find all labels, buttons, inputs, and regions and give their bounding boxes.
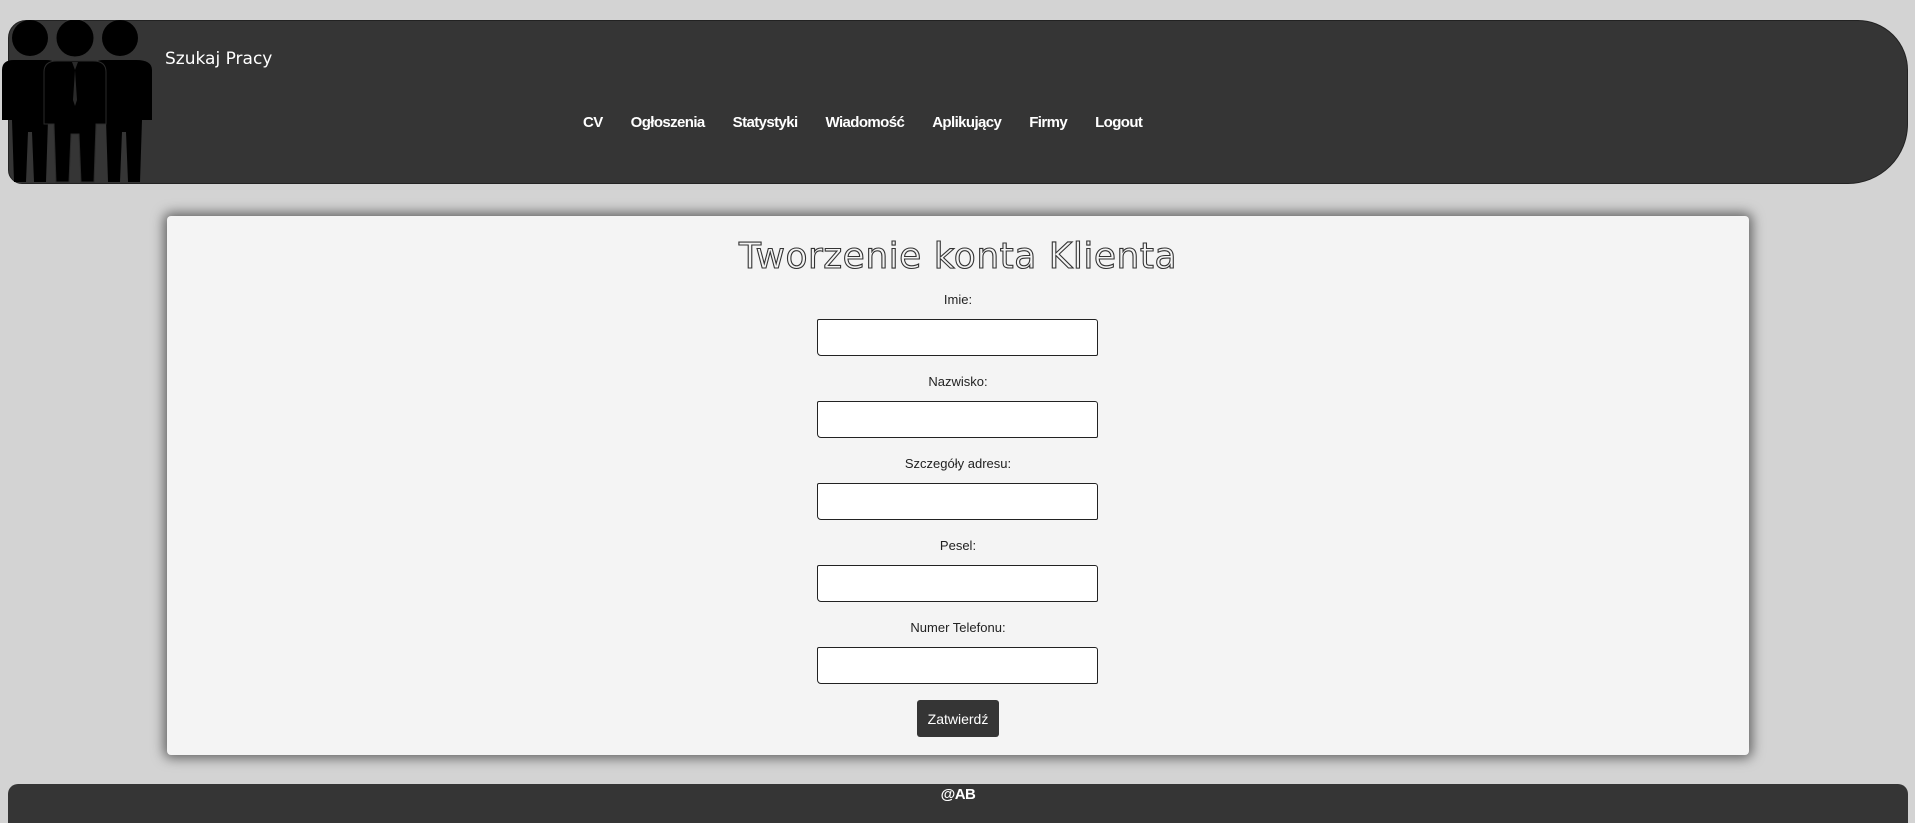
address-label: Szczegóły adresu: — [904, 456, 1012, 471]
nav-item-cv[interactable]: CV — [569, 114, 617, 131]
submit-button[interactable]: Zatwierdź — [917, 700, 999, 737]
brand-title[interactable]: Szukaj Pracy — [165, 49, 272, 69]
nav-item-logout[interactable]: Logout — [1081, 114, 1156, 131]
main-nav: CV Ogłoszenia Statystyki Wiadomość Aplik… — [569, 114, 1156, 131]
first-name-label: Imie: — [943, 292, 973, 307]
form-card: Tworzenie konta Klienta Imie: Nazwisko: … — [167, 216, 1749, 755]
footer-bar: @AB — [8, 784, 1908, 823]
address-input[interactable] — [817, 483, 1098, 520]
pesel-label: Pesel: — [939, 538, 977, 553]
first-name-input[interactable] — [817, 319, 1098, 356]
nav-item-firmy[interactable]: Firmy — [1015, 114, 1081, 131]
header-bar: Szukaj Pracy CV Ogłoszenia Statystyki Wi… — [8, 20, 1908, 184]
page-title: Tworzenie konta Klienta — [738, 235, 1178, 277]
nav-item-ogloszenia[interactable]: Ogłoszenia — [617, 114, 719, 131]
footer-text: @AB — [940, 786, 976, 803]
phone-label: Numer Telefonu: — [910, 620, 1006, 635]
pesel-input[interactable] — [817, 565, 1098, 602]
nav-item-wiadomosc[interactable]: Wiadomość — [812, 114, 919, 131]
phone-input[interactable] — [817, 647, 1098, 684]
business-people-icon — [2, 20, 152, 183]
nav-item-statystyki[interactable]: Statystyki — [719, 114, 812, 131]
nav-item-aplikujacy[interactable]: Aplikujący — [918, 114, 1015, 131]
last-name-label: Nazwisko: — [928, 374, 988, 389]
last-name-input[interactable] — [817, 401, 1098, 438]
